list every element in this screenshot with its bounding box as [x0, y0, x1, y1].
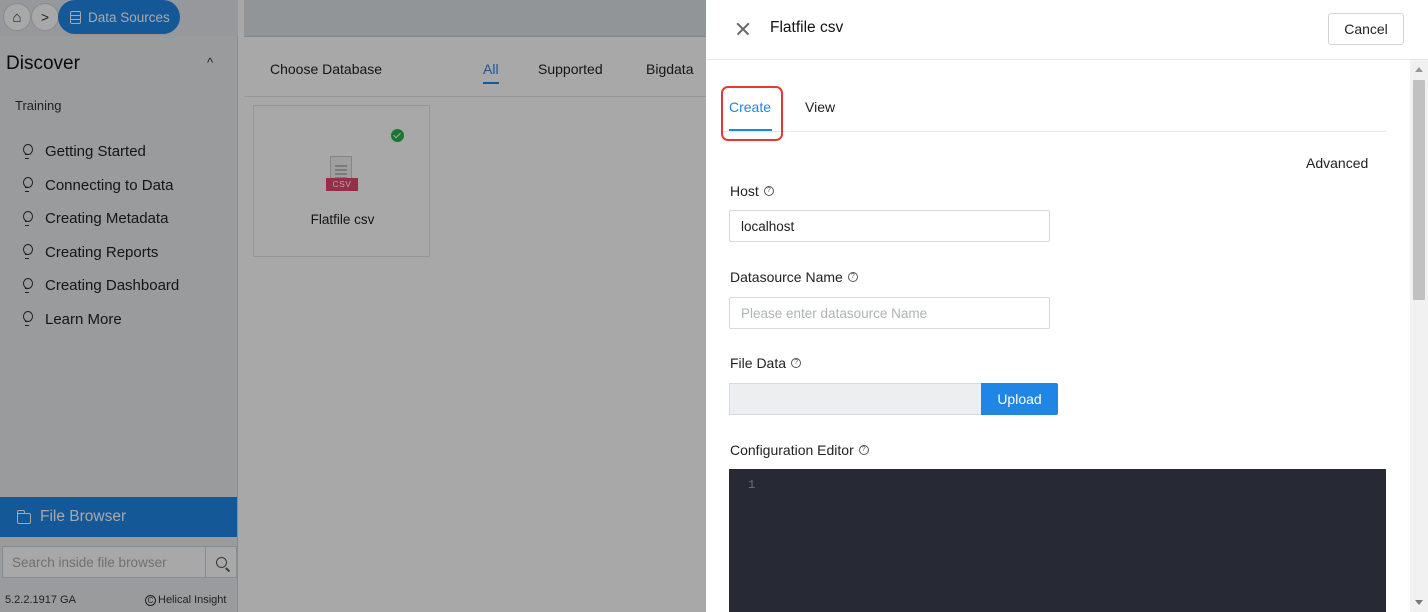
drawer-title: Flatfile csv	[770, 19, 844, 36]
scroll-down-arrow-icon[interactable]	[1415, 600, 1423, 605]
datasource-name-label: Datasource Name ?	[730, 269, 858, 285]
help-icon[interactable]: ?	[858, 445, 869, 455]
configuration-editor-label: Configuration Editor ?	[730, 442, 869, 458]
help-icon[interactable]: ?	[847, 272, 858, 282]
drawer-tabs: Create View	[721, 84, 1386, 132]
file-data-label: File Data ?	[730, 355, 802, 371]
file-data-display[interactable]	[729, 383, 981, 415]
datasource-name-input[interactable]	[729, 297, 1050, 329]
configuration-editor-label-text: Configuration Editor	[730, 442, 854, 458]
host-label: Host ?	[730, 183, 774, 199]
datasource-name-label-text: Datasource Name	[730, 269, 843, 285]
help-icon[interactable]: ?	[791, 358, 802, 368]
scroll-up-arrow-icon[interactable]	[1415, 67, 1423, 72]
scroll-thumb[interactable]	[1413, 80, 1425, 300]
configuration-editor[interactable]: 1	[729, 469, 1386, 612]
datasource-drawer: Flatfile csv Cancel Create View Advanced…	[706, 0, 1428, 612]
help-icon[interactable]: ?	[763, 186, 774, 196]
upload-button[interactable]: Upload	[981, 383, 1058, 415]
active-tab-indicator	[729, 129, 772, 131]
close-icon[interactable]	[734, 20, 752, 38]
drawer-header: Flatfile csv Cancel	[706, 0, 1428, 60]
host-input[interactable]	[729, 210, 1050, 242]
cancel-button[interactable]: Cancel	[1328, 13, 1404, 45]
tab-view[interactable]: View	[805, 99, 835, 115]
modal-overlay[interactable]	[0, 0, 706, 612]
drawer-scrollbar[interactable]	[1410, 60, 1428, 612]
editor-line-numbers: 1	[748, 478, 756, 492]
tab-create[interactable]: Create	[729, 99, 771, 115]
advanced-link[interactable]: Advanced	[1306, 155, 1368, 171]
host-label-text: Host	[730, 183, 759, 199]
file-data-label-text: File Data	[730, 355, 787, 371]
